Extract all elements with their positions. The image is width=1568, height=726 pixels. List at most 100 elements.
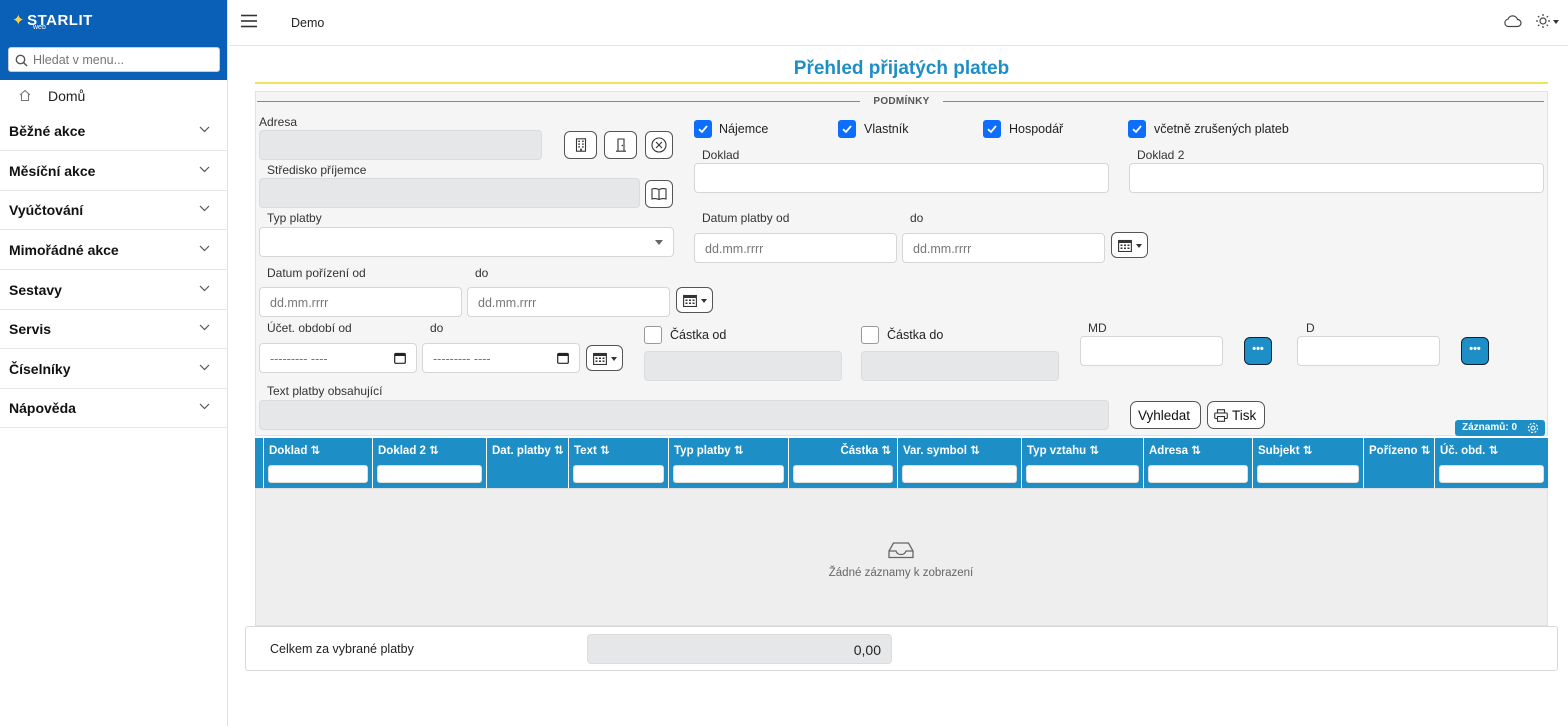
book-icon [651,188,667,201]
column-header[interactable]: Typ platby ⇅ [674,443,744,457]
column-header[interactable]: Adresa ⇅ [1149,443,1201,457]
sidebar-item-vyuctovani[interactable]: Vyúčtování [0,191,228,230]
column-header[interactable]: Dat. platby ⇅ [492,443,564,457]
calendar-icon[interactable] [557,352,569,364]
sidebar-item-servis[interactable]: Servis [0,310,228,349]
column-typ-vztahu[interactable]: Typ vztahu ⇅ [1021,438,1143,488]
castka-od-field[interactable] [644,351,842,381]
column-filter-input[interactable] [1257,465,1359,483]
check-icon [1132,125,1142,134]
total-label: Celkem za vybrané platby [270,642,414,656]
ucet-obdobi-od-input[interactable]: --------- ---- [259,343,417,373]
column-porizeno[interactable]: Pořízeno ⇅ [1363,438,1434,488]
datum-porizeni-do-input[interactable]: dd.mm.rrrr [467,287,670,317]
date-range-picker-button[interactable] [676,287,713,313]
d-lookup-button[interactable]: ••• [1461,337,1489,365]
sidebar-item-mimoradne-akce[interactable]: Mimořádné akce [0,231,228,270]
search-button[interactable]: Vyhledat [1130,401,1201,429]
building-button[interactable] [564,131,597,159]
calendar-icon [593,352,607,365]
column-filter-input[interactable] [1439,465,1544,483]
column-uc-obd[interactable]: Úč. obd. ⇅ [1434,438,1548,488]
column-filter-input[interactable] [673,465,784,483]
typ-platby-label: Typ platby [267,211,322,225]
datum-porizeni-od-input[interactable]: dd.mm.rrrr [259,287,462,317]
records-count-badge[interactable]: Záznamů: 0 [1455,420,1545,436]
datum-platby-od-input[interactable]: dd.mm.rrrr [694,233,897,263]
doklad-input[interactable] [694,163,1109,193]
ucet-obdobi-do-input[interactable]: --------- ---- [422,343,580,373]
column-subjekt[interactable]: Subjekt ⇅ [1252,438,1363,488]
sidebar-item-bezne-akce[interactable]: Běžné akce [0,112,228,151]
door-button[interactable] [604,131,637,159]
column-filter-input[interactable] [377,465,482,483]
column-doklad[interactable]: Doklad ⇅ [263,438,372,488]
d-label: D [1306,321,1315,335]
calendar-icon[interactable] [394,352,406,364]
column-adresa[interactable]: Adresa ⇅ [1143,438,1252,488]
castka-od-checkbox[interactable] [644,326,662,344]
logo[interactable]: ✦ STARLIT [12,11,93,29]
search-icon [15,54,28,67]
sidebar-item-napoveda[interactable]: Nápověda [0,389,228,428]
column-filter-input[interactable] [902,465,1017,483]
column-doklad2[interactable]: Doklad 2 ⇅ [372,438,486,488]
column-header[interactable]: Var. symbol ⇅ [903,443,980,457]
md-lookup-button[interactable]: ••• [1244,337,1272,365]
sidebar-item-ciselniky[interactable]: Číselníky [0,350,228,389]
period-picker-button[interactable] [586,345,623,371]
column-header[interactable]: Typ vztahu ⇅ [1027,443,1099,457]
column-filter-input[interactable] [1026,465,1139,483]
payment-date-picker-button[interactable] [1111,232,1148,258]
caret-down-icon[interactable] [1553,20,1559,24]
column-var-symbol[interactable]: Var. symbol ⇅ [897,438,1021,488]
column-text[interactable]: Text ⇅ [568,438,668,488]
md-input[interactable] [1080,336,1223,366]
column-filter-input[interactable] [793,465,893,483]
sidebar-item-home[interactable]: Domů [0,80,228,112]
column-filter-input[interactable] [1148,465,1248,483]
print-button[interactable]: Tisk [1207,401,1265,429]
cloud-icon[interactable] [1503,14,1522,28]
text-platby-field[interactable] [259,400,1109,430]
castka-do-field[interactable] [861,351,1059,381]
home-icon [19,89,31,102]
page-title: Přehled přijatých plateb [793,58,1010,79]
door-icon [615,138,626,152]
column-header[interactable]: Doklad ⇅ [269,443,320,457]
menu-search-input[interactable] [33,52,213,68]
adresa-field[interactable] [259,130,542,160]
sidebar-item-mesicni-akce[interactable]: Měsíční akce [0,152,228,191]
column-header[interactable]: Subjekt ⇅ [1258,443,1312,457]
castka-do-checkbox[interactable] [861,326,879,344]
column-castka[interactable]: Částka ⇅ [788,438,897,488]
sidebar-item-label: Domů [48,88,86,104]
doklad2-input[interactable] [1129,163,1544,193]
clear-address-button[interactable] [645,131,673,159]
gear-icon[interactable] [1527,422,1539,434]
datum-platby-do-input[interactable]: dd.mm.rrrr [902,233,1105,263]
hospodar-checkbox[interactable] [983,120,1001,138]
column-header[interactable]: Doklad 2 ⇅ [378,443,439,457]
typ-platby-select[interactable] [259,227,674,257]
chevron-down-icon [199,205,210,212]
book-button[interactable] [645,180,673,208]
column-header[interactable]: Pořízeno ⇅ [1369,443,1430,457]
hamburger-menu-icon[interactable] [241,14,257,28]
column-header[interactable]: Částka ⇅ [840,443,891,457]
najemce-checkbox[interactable] [694,120,712,138]
stredisko-field[interactable] [259,178,640,208]
column-header[interactable]: Úč. obd. ⇅ [1440,443,1498,457]
vcetne-zrusenych-checkbox[interactable] [1128,120,1146,138]
column-filter-input[interactable] [268,465,368,483]
theme-sun-icon[interactable] [1536,14,1550,28]
sidebar-item-sestavy[interactable]: Sestavy [0,271,228,310]
sidebar-item-label: Běžné akce [9,123,86,139]
column-filter-input[interactable] [573,465,664,483]
column-dat-platby[interactable]: Dat. platby ⇅ [486,438,568,488]
d-input[interactable] [1297,336,1440,366]
menu-search[interactable] [8,47,220,72]
column-typ-platby[interactable]: Typ platby ⇅ [668,438,788,488]
column-header[interactable]: Text ⇅ [574,443,610,457]
vlastnik-checkbox[interactable] [838,120,856,138]
